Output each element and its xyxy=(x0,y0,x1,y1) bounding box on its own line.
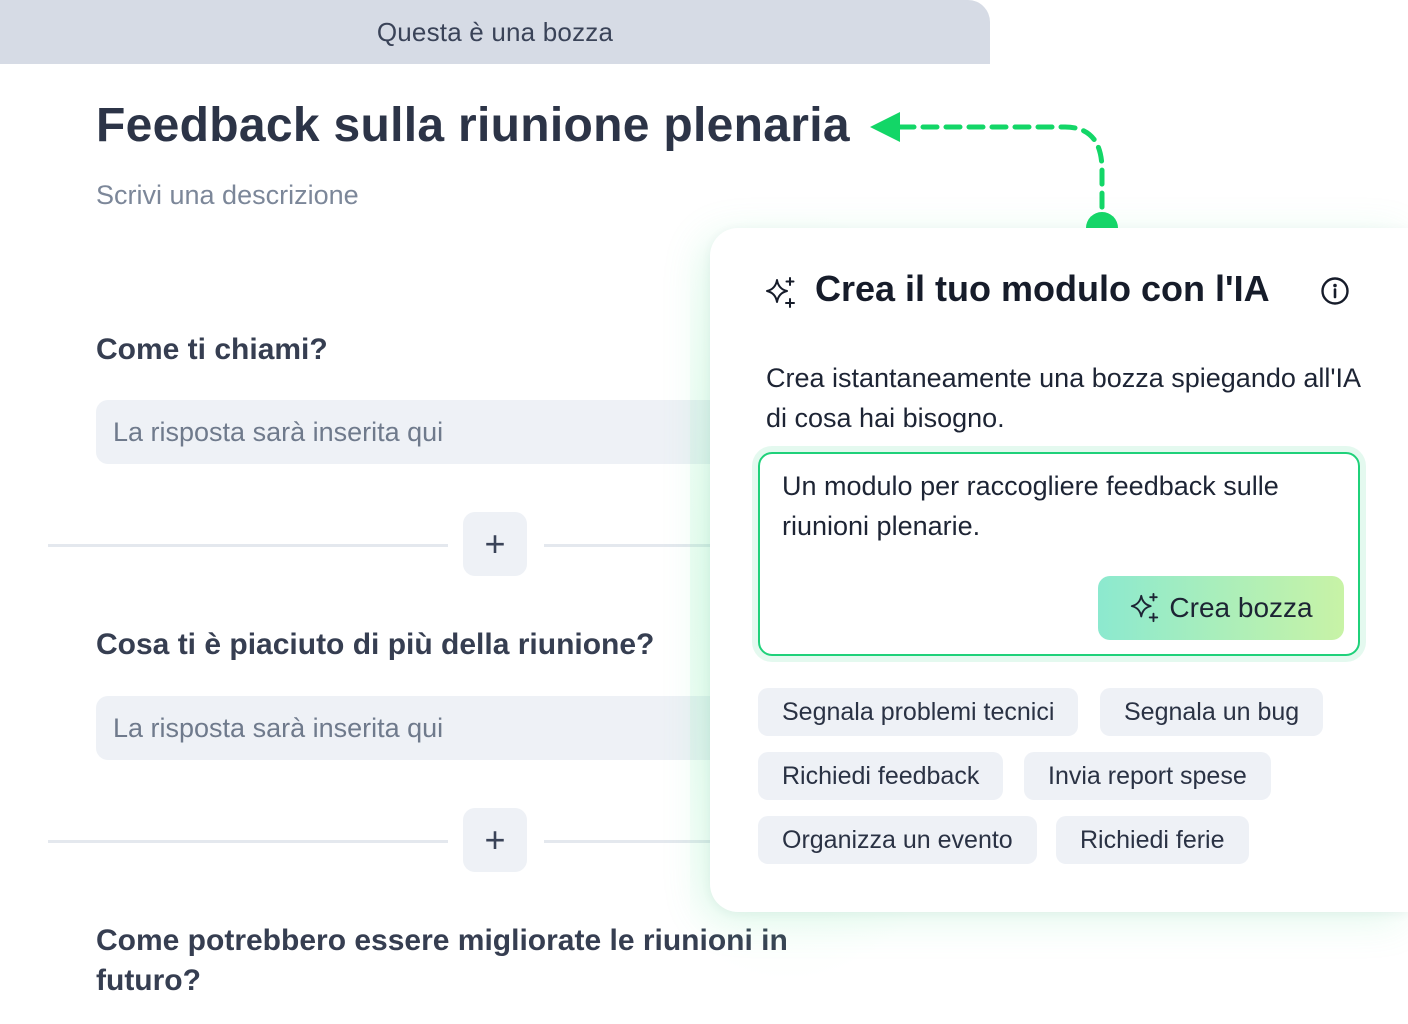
suggestion-chip[interactable]: Invia report spese xyxy=(1024,752,1271,800)
divider xyxy=(48,544,448,547)
prompt-text[interactable]: Un modulo per raccogliere feedback sulle… xyxy=(782,466,1342,546)
ai-prompt-input[interactable]: Un modulo per raccogliere feedback sulle… xyxy=(758,452,1360,656)
form-description-field[interactable]: Scrivi una descrizione xyxy=(96,180,359,211)
ai-form-panel: Crea il tuo modulo con l'IA Crea istanta… xyxy=(710,228,1408,912)
arrowhead-icon xyxy=(870,112,900,142)
suggestion-chip[interactable]: Segnala un bug xyxy=(1100,688,1324,736)
divider xyxy=(48,840,448,843)
suggestion-chip[interactable]: Organizza un evento xyxy=(758,816,1037,864)
add-question-button[interactable]: + xyxy=(463,808,527,872)
info-icon[interactable] xyxy=(1320,276,1350,306)
suggestion-chip[interactable]: Segnala problemi tecnici xyxy=(758,688,1079,736)
form-title[interactable]: Feedback sulla riunione plenaria xyxy=(96,98,850,153)
suggestion-chip[interactable]: Richiedi feedback xyxy=(758,752,1004,800)
add-question-button[interactable]: + xyxy=(463,512,527,576)
sparkle-icon xyxy=(1131,592,1159,623)
create-draft-button[interactable]: Crea bozza xyxy=(1098,576,1344,640)
panel-title: Crea il tuo modulo con l'IA xyxy=(815,268,1270,309)
panel-description: Crea istantaneamente una bozza spiegando… xyxy=(766,363,1360,433)
create-draft-label: Crea bozza xyxy=(1169,592,1313,623)
suggestion-chip[interactable]: Richiedi ferie xyxy=(1056,816,1249,864)
draft-banner: Questa è una bozza xyxy=(0,0,990,64)
sparkle-icon xyxy=(766,277,795,308)
